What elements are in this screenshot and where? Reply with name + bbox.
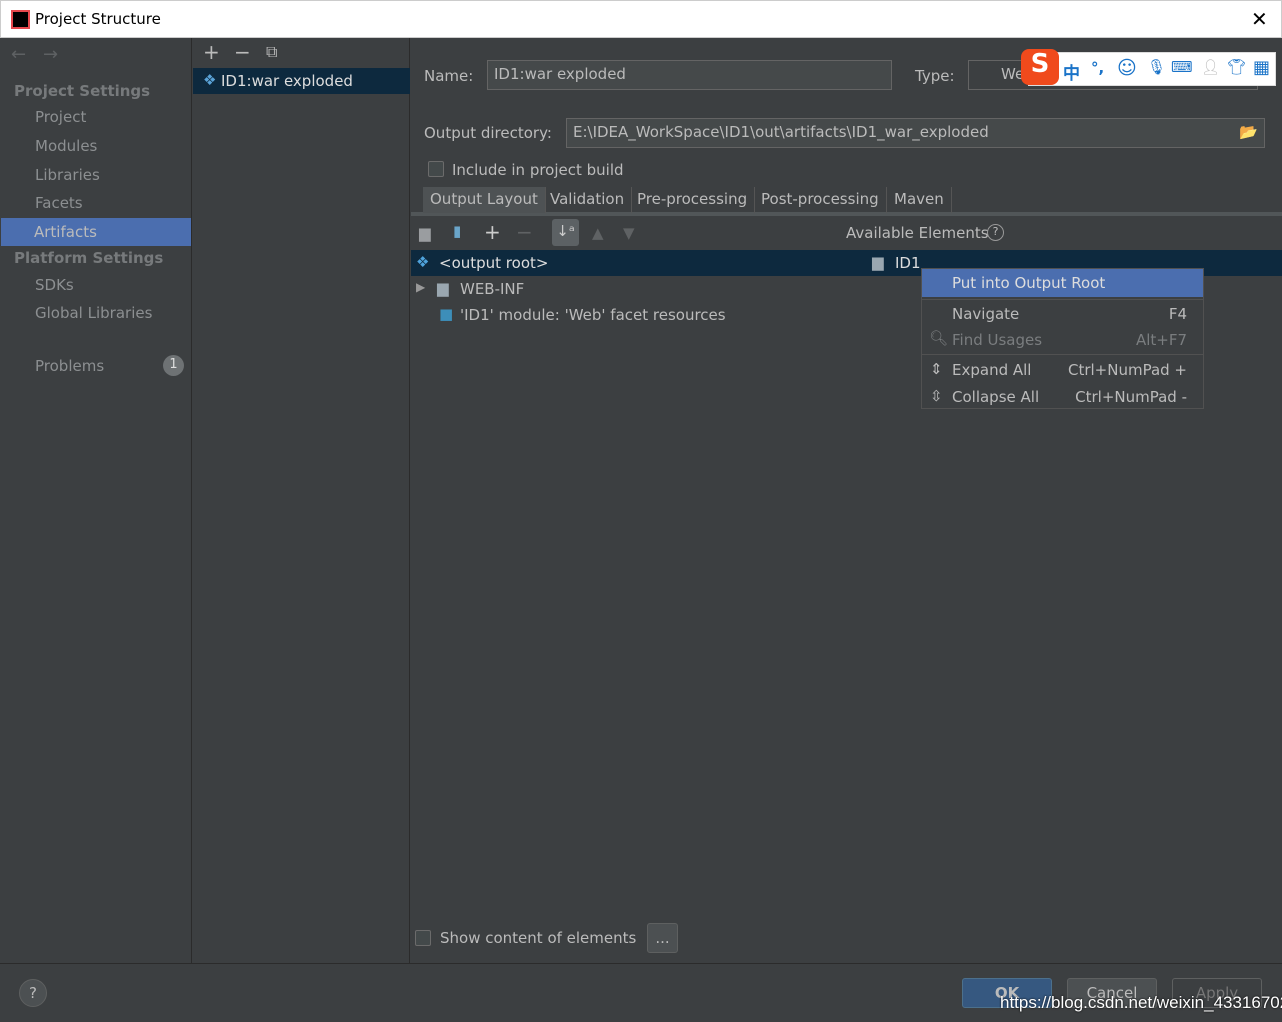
more-button[interactable]: ... bbox=[647, 923, 678, 953]
microphone-icon[interactable]: 🎙︎ bbox=[1147, 58, 1166, 76]
show-content-checkbox[interactable] bbox=[415, 930, 431, 946]
tree-row-web-inf[interactable]: ▶ ▆ WEB-INF bbox=[411, 276, 846, 302]
artifact-item-label: ID1:war exploded bbox=[221, 72, 353, 90]
menu-separator bbox=[922, 354, 1203, 355]
menu-item-navigate[interactable]: Navigate F4 bbox=[922, 300, 1203, 328]
close-icon[interactable]: ✕ bbox=[1251, 7, 1268, 31]
name-label: Name: bbox=[424, 67, 474, 85]
folder-browse-icon[interactable]: 📂 bbox=[1239, 123, 1258, 141]
intellij-logo-icon bbox=[11, 10, 30, 29]
sidebar-item-global-libraries[interactable]: Global Libraries bbox=[35, 304, 152, 322]
window-title: Project Structure bbox=[35, 10, 161, 28]
section-project-settings: Project Settings bbox=[14, 82, 151, 100]
ime-toolbar: S 中 °, ☺ 🎙︎ ⌨ 👤︎ 👕︎ ▦ bbox=[1021, 49, 1276, 86]
toolbox-icon[interactable]: ▦ bbox=[1253, 57, 1270, 78]
remove-artifact-button[interactable]: − bbox=[234, 40, 251, 64]
move-up-icon[interactable]: ▲ bbox=[592, 224, 604, 242]
footer-divider bbox=[0, 963, 1282, 964]
add-icon[interactable]: + bbox=[484, 220, 501, 244]
expand-all-icon: ⇕ bbox=[930, 360, 943, 378]
name-input[interactable]: ID1:war exploded bbox=[487, 60, 892, 90]
tree-row-facet-resources[interactable]: ■ 'ID1' module: 'Web' facet resources bbox=[411, 302, 846, 328]
help-button[interactable]: ? bbox=[19, 979, 47, 1007]
collapse-all-icon: ⇳ bbox=[930, 387, 943, 405]
tree-row-output-root[interactable]: ❖ <output root> bbox=[411, 250, 846, 276]
keyboard-icon[interactable]: ⌨ bbox=[1171, 58, 1193, 76]
available-item-label: ID1 bbox=[895, 254, 921, 272]
sidebar: ← → Project Settings Project Modules Lib… bbox=[1, 38, 192, 963]
available-elements-label: Available Elements bbox=[846, 224, 989, 242]
menu-item-expand-all[interactable]: ⇕ Expand All Ctrl+NumPad + bbox=[922, 356, 1203, 384]
output-root-icon: ❖ bbox=[416, 253, 430, 271]
search-icon: 🔍︎ bbox=[929, 329, 949, 347]
new-directory-icon[interactable]: ▆ bbox=[419, 224, 431, 242]
type-label: Type: bbox=[915, 67, 955, 85]
archive-icon[interactable]: ▮ bbox=[453, 222, 461, 240]
output-directory-input[interactable]: E:\IDEA_WorkSpace\ID1\out\artifacts\ID1_… bbox=[566, 118, 1265, 148]
menu-item-collapse-all[interactable]: ⇳ Collapse All Ctrl+NumPad - bbox=[922, 383, 1203, 411]
sogou-logo-icon[interactable]: S bbox=[1021, 49, 1059, 85]
sidebar-item-problems[interactable]: Problems bbox=[35, 357, 104, 375]
watermark: https://blog.csdn.net/weixin_43316702 bbox=[1000, 993, 1282, 1012]
forward-icon[interactable]: → bbox=[43, 44, 58, 65]
tree-label: WEB-INF bbox=[460, 280, 525, 298]
artifact-list-panel: + − ⧉ ❖ ID1:war exploded bbox=[193, 38, 410, 963]
show-content-label: Show content of elements bbox=[440, 929, 637, 947]
remove-icon[interactable]: − bbox=[516, 220, 533, 244]
output-layout-tree: ❖ <output root> ▶ ▆ WEB-INF ■ 'ID1' modu… bbox=[411, 250, 846, 910]
folder-icon: ▆ bbox=[437, 279, 449, 297]
tab-post-processing[interactable]: Post-processing bbox=[754, 187, 887, 213]
sidebar-item-sdks[interactable]: SDKs bbox=[35, 276, 74, 294]
user-icon[interactable]: 👤︎ bbox=[1201, 58, 1220, 76]
include-in-build-label: Include in project build bbox=[452, 161, 624, 179]
tree-label: 'ID1' module: 'Web' facet resources bbox=[460, 306, 726, 324]
problems-badge: 1 bbox=[163, 355, 184, 376]
artifact-item[interactable]: ❖ ID1:war exploded bbox=[193, 68, 410, 94]
sidebar-item-modules[interactable]: Modules bbox=[35, 137, 97, 155]
web-facet-icon: ■ bbox=[439, 305, 454, 323]
tab-validation[interactable]: Validation bbox=[543, 187, 633, 213]
module-icon: ▆ bbox=[872, 253, 884, 271]
include-in-build-checkbox[interactable] bbox=[428, 161, 444, 177]
context-menu: Put into Output Root Navigate F4 🔍︎ Find U… bbox=[921, 268, 1204, 409]
add-artifact-button[interactable]: + bbox=[203, 40, 220, 64]
expand-arrow-icon[interactable]: ▶ bbox=[416, 280, 425, 294]
help-icon[interactable]: ? bbox=[987, 224, 1004, 241]
move-down-icon[interactable]: ▼ bbox=[623, 224, 635, 242]
tab-pre-processing[interactable]: Pre-processing bbox=[630, 187, 756, 213]
sidebar-item-libraries[interactable]: Libraries bbox=[35, 166, 100, 184]
emoji-icon[interactable]: ☺ bbox=[1117, 57, 1137, 79]
tree-label: <output root> bbox=[439, 254, 549, 272]
sort-icon[interactable]: ↓ᵃ bbox=[552, 219, 579, 246]
tab-maven[interactable]: Maven bbox=[887, 187, 952, 213]
sidebar-item-facets[interactable]: Facets bbox=[35, 194, 83, 212]
menu-item-find-usages[interactable]: 🔍︎ Find Usages Alt+F7 bbox=[922, 326, 1203, 354]
menu-item-put-into-output-root[interactable]: Put into Output Root bbox=[922, 269, 1203, 297]
copy-artifact-button[interactable]: ⧉ bbox=[266, 42, 277, 62]
title-bar: Project Structure ✕ bbox=[0, 0, 1282, 38]
artifact-war-icon: ❖ bbox=[203, 71, 217, 89]
back-icon[interactable]: ← bbox=[11, 44, 26, 65]
ime-chinese-mode[interactable]: 中 bbox=[1063, 59, 1080, 84]
sidebar-item-artifacts[interactable]: Artifacts bbox=[1, 218, 191, 246]
section-platform-settings: Platform Settings bbox=[14, 249, 164, 267]
sidebar-item-project[interactable]: Project bbox=[35, 108, 86, 126]
tab-output-layout[interactable]: Output Layout bbox=[423, 187, 546, 213]
ime-punctuation[interactable]: °, bbox=[1091, 59, 1104, 77]
skin-icon[interactable]: 👕︎ bbox=[1227, 58, 1246, 76]
output-directory-label: Output directory: bbox=[424, 124, 552, 142]
